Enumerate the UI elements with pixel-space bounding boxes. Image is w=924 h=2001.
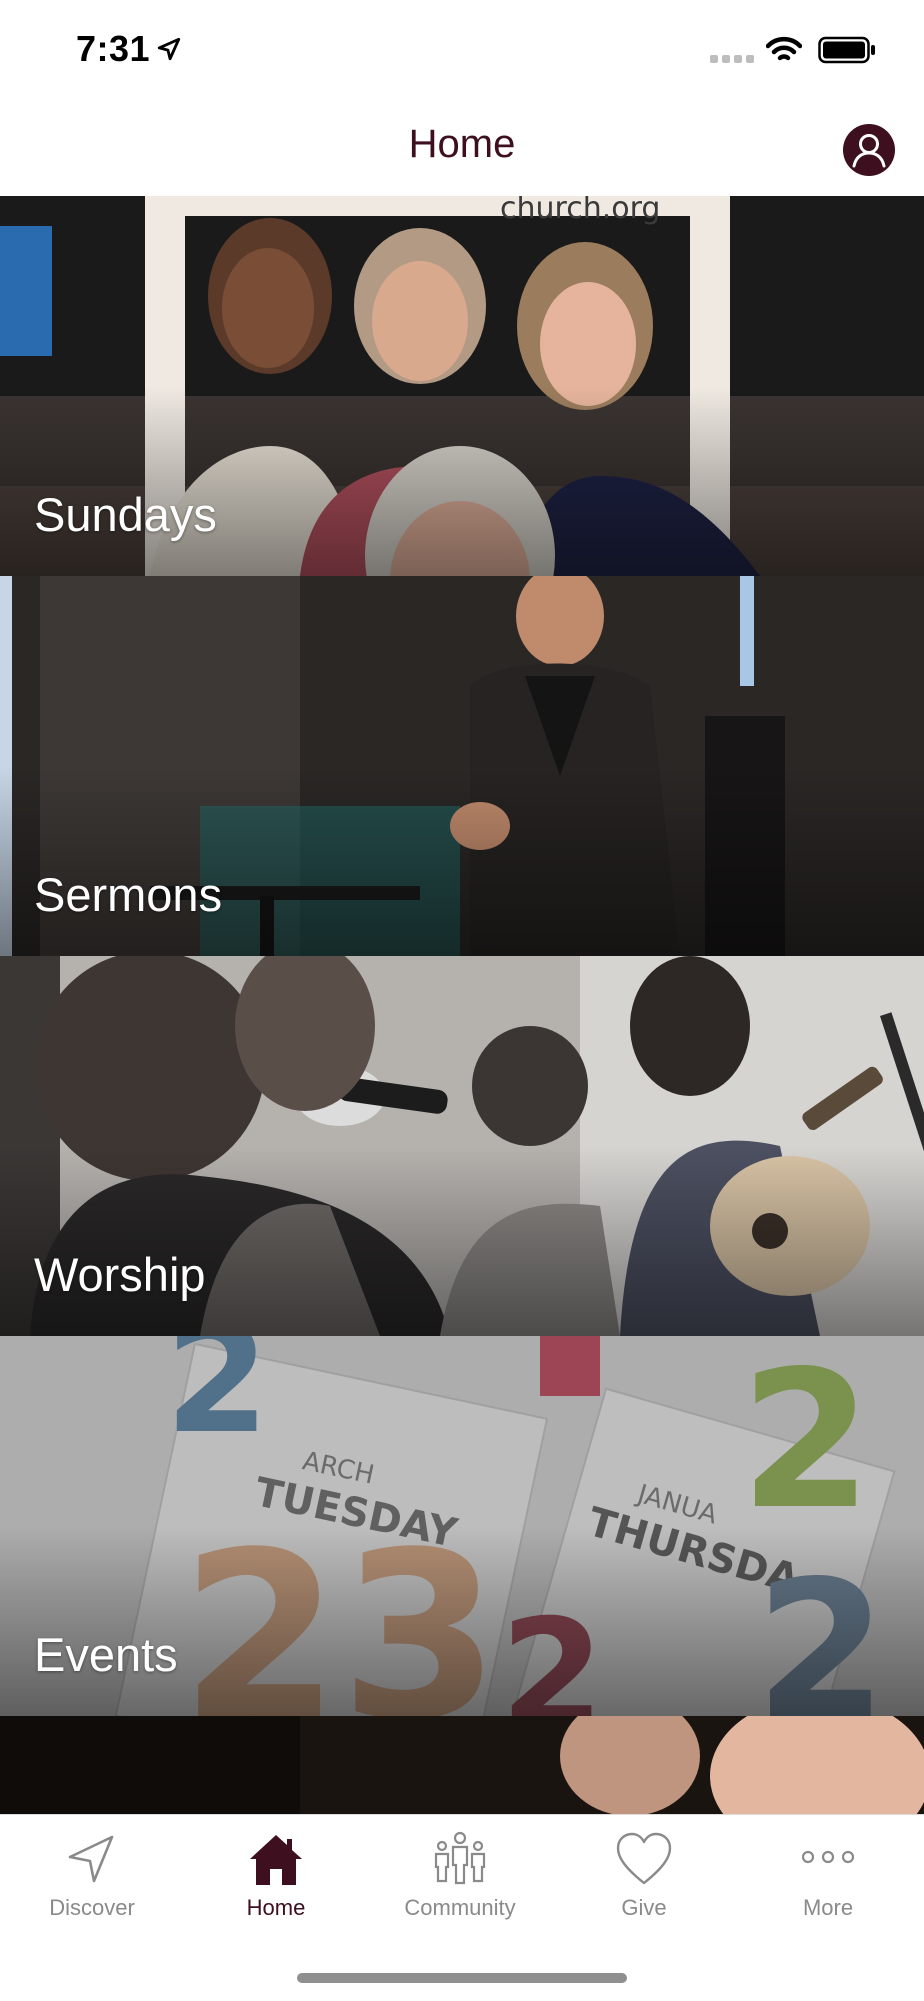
next-tile-photo [0, 1716, 924, 1814]
tab-label-more: More [802, 1895, 854, 1920]
tab-give[interactable]: Give [552, 1815, 736, 1935]
cellular-signal-icon [710, 55, 754, 63]
tile-sundays[interactable]: church.org Sundays [0, 196, 924, 576]
profile-icon[interactable] [843, 124, 895, 176]
home-icon [250, 1835, 302, 1885]
tab-community[interactable]: Community [368, 1815, 552, 1935]
location-arrow-icon [157, 37, 181, 61]
tab-discover[interactable]: Discover [0, 1815, 184, 1935]
tile-label-sermons: Sermons [34, 868, 223, 921]
tab-label-home: Home [246, 1895, 306, 1920]
tile-sermons[interactable]: Sermons [0, 576, 924, 956]
tile-label-events: Events [34, 1628, 178, 1681]
status-time: 7:31 [76, 28, 151, 69]
page-title: Home [408, 122, 516, 166]
home-feed: church.org Sundays Sermons Worship ARCH … [0, 196, 924, 1814]
tile-label-worship: Worship [34, 1248, 206, 1301]
tab-label-discover: Discover [49, 1895, 135, 1920]
tab-more[interactable]: More [736, 1815, 920, 1935]
battery-icon [818, 36, 875, 64]
tile-gradient [0, 766, 924, 956]
tile-worship[interactable]: Worship [0, 956, 924, 1336]
tile-events[interactable]: ARCH TUESDAY JANUA THURSDA 2 23 2 2 2 Ev… [0, 1336, 924, 1716]
wifi-icon [766, 36, 802, 61]
more-dots-icon [801, 1850, 855, 1864]
nav-header: Home [0, 100, 924, 196]
tile-next-partial[interactable] [0, 1716, 924, 1814]
people-icon [434, 1831, 486, 1885]
tile-label-sundays: Sundays [34, 488, 217, 541]
status-bar: 7:31 [0, 0, 924, 100]
tile-gradient [0, 386, 924, 576]
tab-label-give: Give [621, 1895, 667, 1920]
frame-text: church.org [500, 196, 660, 226]
home-indicator[interactable] [297, 1973, 627, 1983]
navigation-arrow-icon [68, 1835, 114, 1883]
tile-gradient [0, 1526, 924, 1716]
tab-home[interactable]: Home [184, 1815, 368, 1935]
tile-gradient [0, 1146, 924, 1336]
heart-icon [616, 1832, 672, 1885]
tab-label-community: Community [404, 1895, 516, 1920]
